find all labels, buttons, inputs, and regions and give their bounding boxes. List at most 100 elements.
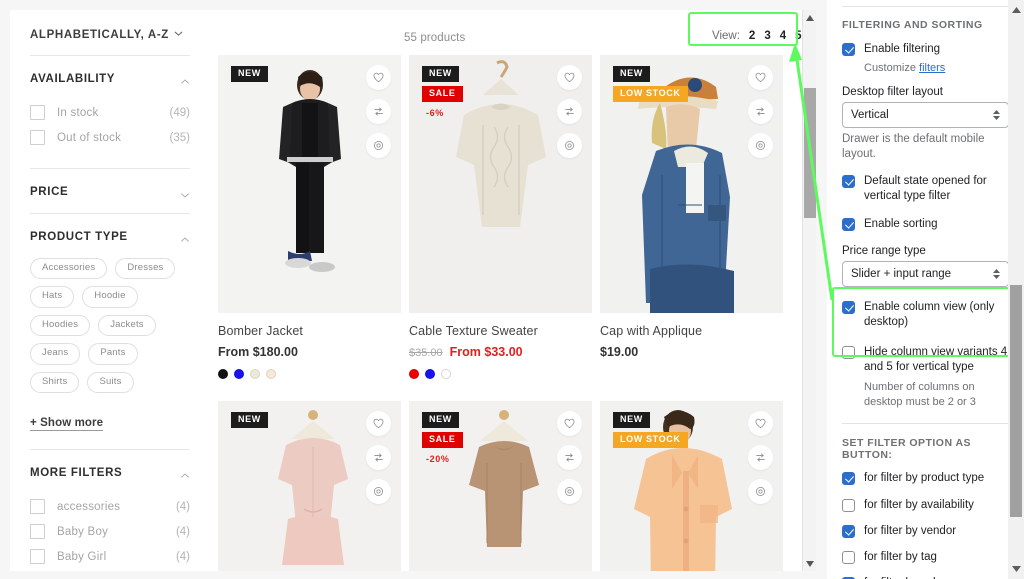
select-desktop-filter-layout[interactable]: Vertical [842, 101, 1009, 128]
view-option-4[interactable]: 4 [780, 30, 786, 42]
setting-button-product-type[interactable]: for filter by product type [842, 471, 1009, 486]
setting-button-tag[interactable]: for filter by tag [842, 550, 1009, 565]
product-card[interactable]: NEW Bomber Jacket From $180.00 [218, 55, 401, 379]
facet-header-price[interactable]: PRICE [30, 169, 190, 213]
checkbox[interactable] [30, 524, 45, 540]
quickview-icon[interactable] [366, 133, 391, 158]
sort-by-dropdown[interactable]: ALPHABETICALLY, A-Z [30, 29, 183, 41]
chip-shirts[interactable]: Shirts [30, 371, 80, 394]
product-image[interactable]: NEW LOW STOCK [600, 401, 783, 571]
quickview-icon[interactable] [748, 479, 773, 504]
view-option-3[interactable]: 3 [764, 30, 770, 42]
swatch[interactable] [266, 369, 276, 379]
heart-icon[interactable] [366, 411, 391, 436]
heart-icon[interactable] [557, 411, 582, 436]
product-image[interactable]: NEW SALE -20% [409, 401, 592, 571]
chip-hats[interactable]: Hats [30, 286, 75, 308]
scroll-down-arrow-icon[interactable] [1008, 561, 1024, 577]
swatch[interactable] [250, 369, 260, 379]
checkbox-enable-filtering[interactable] [842, 43, 855, 56]
heart-icon[interactable] [557, 65, 582, 90]
chip-suits[interactable]: Suits [87, 371, 134, 394]
show-more-link[interactable]: + Show more [30, 417, 104, 432]
chip-jeans[interactable]: Jeans [30, 343, 81, 365]
checkbox-filter-by-availability[interactable] [842, 498, 855, 512]
compare-icon[interactable] [557, 445, 582, 470]
checkbox-enable-sorting[interactable] [842, 218, 855, 232]
setting-default-state-opened[interactable]: Default state opened for vertical type f… [842, 174, 1009, 204]
view-selector[interactable]: View: 2 3 4 5 [700, 24, 814, 48]
scroll-up-arrow-icon[interactable] [1008, 2, 1024, 18]
view-option-5[interactable]: 5 [795, 30, 801, 42]
product-card[interactable]: NEW LOW STOCK Cap with Applique $19.00 [600, 55, 783, 379]
compare-icon[interactable] [748, 99, 773, 124]
checkbox-filter-by-vendor[interactable] [842, 524, 855, 538]
scrollbar-thumb[interactable] [804, 88, 816, 218]
quickview-icon[interactable] [748, 133, 773, 158]
product-image[interactable]: NEW SALE -6% [409, 55, 592, 313]
checkbox-default-state-opened[interactable] [842, 174, 855, 188]
chip-pants[interactable]: Pants [88, 343, 138, 365]
setting-button-availability[interactable]: for filter by availability [842, 498, 1009, 513]
chip-hoodie[interactable]: Hoodie [82, 286, 138, 308]
checkbox[interactable] [30, 105, 45, 120]
checkbox-filter-by-product-type[interactable] [842, 472, 855, 486]
facet-header-product-type[interactable]: PRODUCT TYPE [30, 214, 190, 258]
scroll-down-arrow-icon[interactable] [803, 556, 817, 571]
swatch[interactable] [425, 369, 435, 379]
compare-icon[interactable] [748, 445, 773, 470]
facet-header-availability[interactable]: AVAILABILITY [30, 56, 190, 100]
select-price-range-type[interactable]: Slider + input range [842, 261, 1009, 288]
settings-panel-scrollbar[interactable] [1008, 0, 1024, 579]
checkbox-filter-by-tag[interactable] [842, 550, 855, 564]
product-title[interactable]: Cap with Applique [600, 324, 783, 338]
heart-icon[interactable] [748, 411, 773, 436]
setting-enable-sorting[interactable]: Enable sorting [842, 217, 1009, 232]
facet-header-more-filters[interactable]: MORE FILTERS [30, 450, 190, 494]
filter-option-out-of-stock[interactable]: Out of stock (35) [30, 125, 190, 150]
checkbox-hide-column-view-variants[interactable] [842, 345, 855, 359]
filter-option-in-stock[interactable]: In stock (49) [30, 100, 190, 125]
filter-option-accessories[interactable]: accessories (4) [30, 494, 190, 519]
filter-option-baby-girl[interactable]: Baby Girl (4) [30, 544, 190, 569]
quickview-icon[interactable] [557, 133, 582, 158]
view-option-2[interactable]: 2 [749, 30, 755, 42]
product-image[interactable]: NEW LOW STOCK [600, 55, 783, 313]
product-image[interactable]: NEW [218, 401, 401, 571]
product-card[interactable]: NEW LOW STOCK [600, 401, 783, 571]
swatch[interactable] [441, 369, 451, 379]
quickview-icon[interactable] [366, 479, 391, 504]
swatch[interactable] [409, 369, 419, 379]
product-card[interactable]: NEW SALE -6% Cable Texture Sweater $35.0… [409, 55, 592, 379]
compare-icon[interactable] [366, 445, 391, 470]
setting-enable-filtering[interactable]: Enable filtering [842, 42, 1009, 57]
heart-icon[interactable] [748, 65, 773, 90]
chip-hoodies[interactable]: Hoodies [30, 314, 91, 337]
compare-icon[interactable] [557, 99, 582, 124]
setting-enable-column-view[interactable]: Enable column view (only desktop) [842, 300, 1009, 330]
preview-scrollbar[interactable] [802, 10, 816, 571]
checkbox[interactable] [30, 130, 45, 145]
chip-dresses[interactable]: Dresses [115, 258, 176, 280]
scroll-up-arrow-icon[interactable] [803, 10, 817, 25]
customize-filters-link[interactable]: filters [919, 62, 945, 74]
scrollbar-thumb[interactable] [1010, 285, 1022, 517]
quickview-icon[interactable] [557, 479, 582, 504]
product-card[interactable]: NEW [218, 401, 401, 571]
setting-button-vendor[interactable]: for filter by vendor [842, 524, 1009, 539]
checkbox[interactable] [30, 499, 45, 515]
product-title[interactable]: Bomber Jacket [218, 324, 401, 338]
chip-accessories[interactable]: Accessories [30, 258, 108, 280]
setting-hide-column-view-variants[interactable]: Hide column view variants 4 and 5 for ve… [842, 345, 1009, 375]
heart-icon[interactable] [366, 65, 391, 90]
filter-option-baby-boy[interactable]: Baby Boy (4) [30, 519, 190, 544]
product-card[interactable]: NEW SALE -20% [409, 401, 592, 571]
chip-jackets[interactable]: Jackets [98, 314, 156, 337]
product-title[interactable]: Cable Texture Sweater [409, 324, 592, 338]
swatch[interactable] [234, 369, 244, 379]
compare-icon[interactable] [366, 99, 391, 124]
filter-option-bag[interactable]: bag (2) [30, 569, 190, 571]
swatch[interactable] [218, 369, 228, 379]
checkbox-enable-column-view[interactable] [842, 301, 855, 315]
product-image[interactable]: NEW [218, 55, 401, 313]
